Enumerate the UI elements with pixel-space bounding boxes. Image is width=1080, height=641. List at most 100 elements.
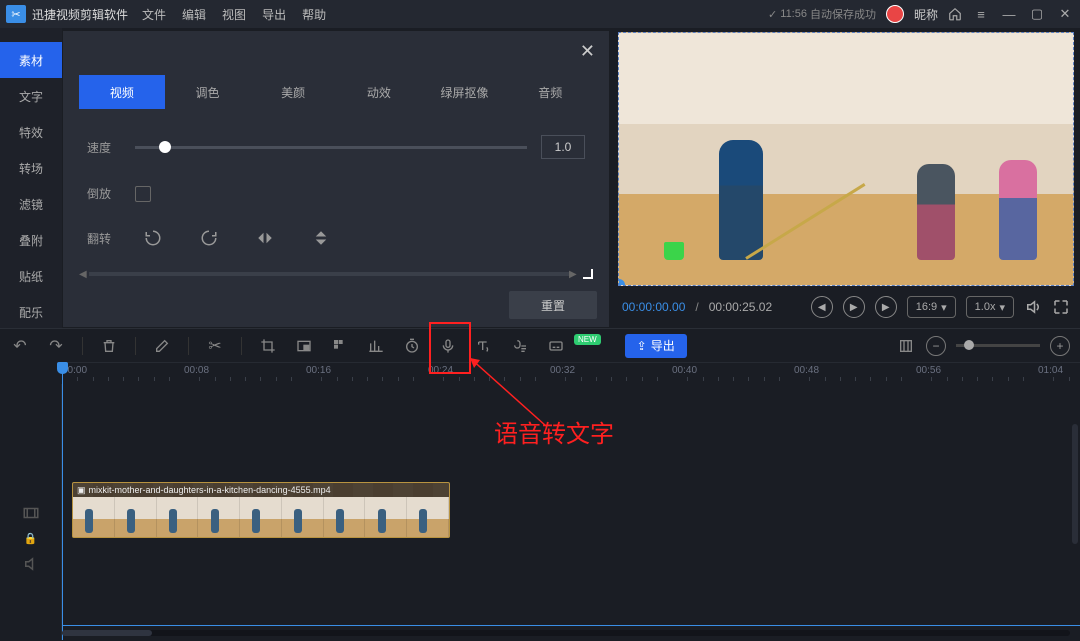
zoom-in-button[interactable]: +: [1050, 336, 1070, 356]
user-avatar[interactable]: [886, 5, 904, 23]
sidebar-item-text[interactable]: 文字: [0, 78, 62, 114]
menu-file[interactable]: 文件: [142, 6, 166, 23]
clip-type-icon: ▣: [77, 485, 86, 496]
duration: 00:00:25.02: [709, 300, 772, 314]
preview-controls: 00:00:00.00 / 00:00:25.02 ◀ ▶ ▶ 16:9▾ 1.…: [618, 286, 1074, 328]
maximize-button[interactable]: ▢: [1028, 6, 1046, 22]
flip-horizontal-icon[interactable]: [255, 228, 275, 248]
check-icon: ✓: [768, 8, 777, 21]
menu-edit[interactable]: 编辑: [182, 6, 206, 23]
autosave-status: ✓ 11:56 自动保存成功: [768, 6, 876, 22]
timeline-hscrollbar[interactable]: [62, 630, 1070, 636]
speed-slider[interactable]: [135, 146, 527, 149]
timeline-baseline: [62, 625, 1080, 626]
speed-label: 速度: [87, 139, 135, 156]
ruler-tick: 00:08: [184, 365, 209, 376]
close-button[interactable]: ✕: [1056, 6, 1074, 22]
properties-panel: ✕ 视频 调色 美颜 动效 绿屏抠像 音频 速度 1.0 倒放 翻转: [62, 30, 610, 328]
ruler-tick: 00:32: [550, 365, 575, 376]
flip-row: 翻转: [87, 228, 585, 248]
ruler-tick: 01:04: [1038, 365, 1063, 376]
rotate-cw-icon[interactable]: [199, 228, 219, 248]
chart-icon[interactable]: [366, 336, 386, 356]
playback-speed-select[interactable]: 1.0x▾: [966, 296, 1014, 318]
redo-icon[interactable]: ↷: [46, 336, 66, 356]
export-icon: ⇪: [637, 339, 647, 353]
sidebar-item-music[interactable]: 配乐: [0, 294, 62, 330]
chevron-down-icon: ▾: [941, 301, 947, 314]
rotate-ccw-icon[interactable]: [143, 228, 163, 248]
panel-tabs: 视频 调色 美颜 动效 绿屏抠像 音频: [63, 75, 609, 109]
cut-icon[interactable]: ✂: [205, 336, 225, 356]
tab-motion[interactable]: 动效: [336, 75, 422, 109]
ruler-tick: 00:48: [794, 365, 819, 376]
fit-icon[interactable]: [896, 336, 916, 356]
sidebar-item-overlay[interactable]: 叠附: [0, 222, 62, 258]
reverse-row: 倒放: [87, 185, 585, 202]
menu-view[interactable]: 视图: [222, 6, 246, 23]
app-title: 迅捷视频剪辑软件: [32, 6, 128, 23]
video-clip[interactable]: ▣ mixkit-mother-and-daughters-in-a-kitch…: [72, 482, 450, 538]
home-icon[interactable]: [948, 7, 962, 21]
aspect-ratio-select[interactable]: 16:9▾: [907, 296, 956, 318]
next-frame-button[interactable]: ▶: [875, 296, 897, 318]
volume-icon[interactable]: [1024, 298, 1042, 316]
tab-color[interactable]: 调色: [165, 75, 251, 109]
edit-icon[interactable]: [152, 336, 172, 356]
prev-frame-button[interactable]: ◀: [811, 296, 833, 318]
mute-track-icon[interactable]: [22, 555, 40, 573]
flip-vertical-icon[interactable]: [311, 228, 331, 248]
new-badge: NEW: [574, 334, 601, 345]
sidebar-item-transition[interactable]: 转场: [0, 150, 62, 186]
preview-area: 00:00:00.00 / 00:00:25.02 ◀ ▶ ▶ 16:9▾ 1.…: [610, 28, 1080, 328]
preview-canvas[interactable]: [618, 32, 1074, 286]
playhead[interactable]: [62, 362, 63, 640]
speed-row: 速度 1.0: [87, 135, 585, 159]
ruler-tick: 00:40: [672, 365, 697, 376]
timeline-vscrollbar[interactable]: [1072, 424, 1078, 544]
menu-export[interactable]: 导出: [262, 6, 286, 23]
tab-beauty[interactable]: 美颜: [250, 75, 336, 109]
pip-icon[interactable]: [294, 336, 314, 356]
sidebar-item-sticker[interactable]: 贴纸: [0, 258, 62, 294]
scroll-left-icon[interactable]: ◀: [79, 269, 89, 280]
play-button[interactable]: ▶: [843, 296, 865, 318]
minimize-button[interactable]: —: [1000, 7, 1018, 22]
zoom-slider[interactable]: [956, 344, 1040, 347]
delete-icon[interactable]: [99, 336, 119, 356]
timer-icon[interactable]: [402, 336, 422, 356]
menu-help[interactable]: 帮助: [302, 6, 326, 23]
sidebar-item-filter[interactable]: 滤镜: [0, 186, 62, 222]
ruler-tick: 00:56: [916, 365, 941, 376]
clip-filename: mixkit-mother-and-daughters-in-a-kitchen…: [89, 485, 331, 495]
video-track-icon[interactable]: [22, 504, 40, 522]
sidebar-item-material[interactable]: 素材: [0, 42, 62, 78]
speed-value[interactable]: 1.0: [541, 135, 585, 159]
time-separator: /: [695, 300, 698, 314]
lock-icon[interactable]: 🔒: [24, 532, 38, 545]
crop-icon[interactable]: [258, 336, 278, 356]
tab-greenscreen[interactable]: 绿屏抠像: [422, 75, 508, 109]
scroll-right-icon[interactable]: ▶: [569, 269, 579, 280]
sidebar-item-effects[interactable]: 特效: [0, 114, 62, 150]
ruler-tick: 00:16: [306, 365, 331, 376]
menu-icon[interactable]: ≡: [972, 7, 990, 22]
zoom-out-button[interactable]: −: [926, 336, 946, 356]
reverse-checkbox[interactable]: [135, 186, 151, 202]
current-time: 00:00:00.00: [622, 300, 685, 314]
annotation-label: 语音转文字: [494, 414, 614, 449]
export-button[interactable]: ⇪ 导出: [625, 334, 687, 358]
tab-video[interactable]: 视频: [79, 75, 165, 109]
fullscreen-icon[interactable]: [1052, 298, 1070, 316]
resize-corner-icon[interactable]: [583, 269, 593, 279]
main-area: 素材 文字 特效 转场 滤镜 叠附 贴纸 配乐 ✕ 视频 调色 美颜 动效 绿屏…: [0, 28, 1080, 328]
tab-audio[interactable]: 音频: [507, 75, 593, 109]
titlebar: ✂ 迅捷视频剪辑软件 文件 编辑 视图 导出 帮助 ✓ 11:56 自动保存成功…: [0, 0, 1080, 28]
panel-scrollbar[interactable]: ◀ ▶: [79, 269, 593, 279]
panel-close-button[interactable]: ✕: [580, 41, 595, 62]
reset-button[interactable]: 重置: [509, 291, 597, 319]
timeline-ruler[interactable]: 00:0000:0800:1600:2400:3200:4000:4800:56…: [62, 362, 1080, 384]
nickname[interactable]: 昵称: [914, 6, 938, 23]
undo-icon[interactable]: ↶: [10, 336, 30, 356]
mosaic-icon[interactable]: [330, 336, 350, 356]
